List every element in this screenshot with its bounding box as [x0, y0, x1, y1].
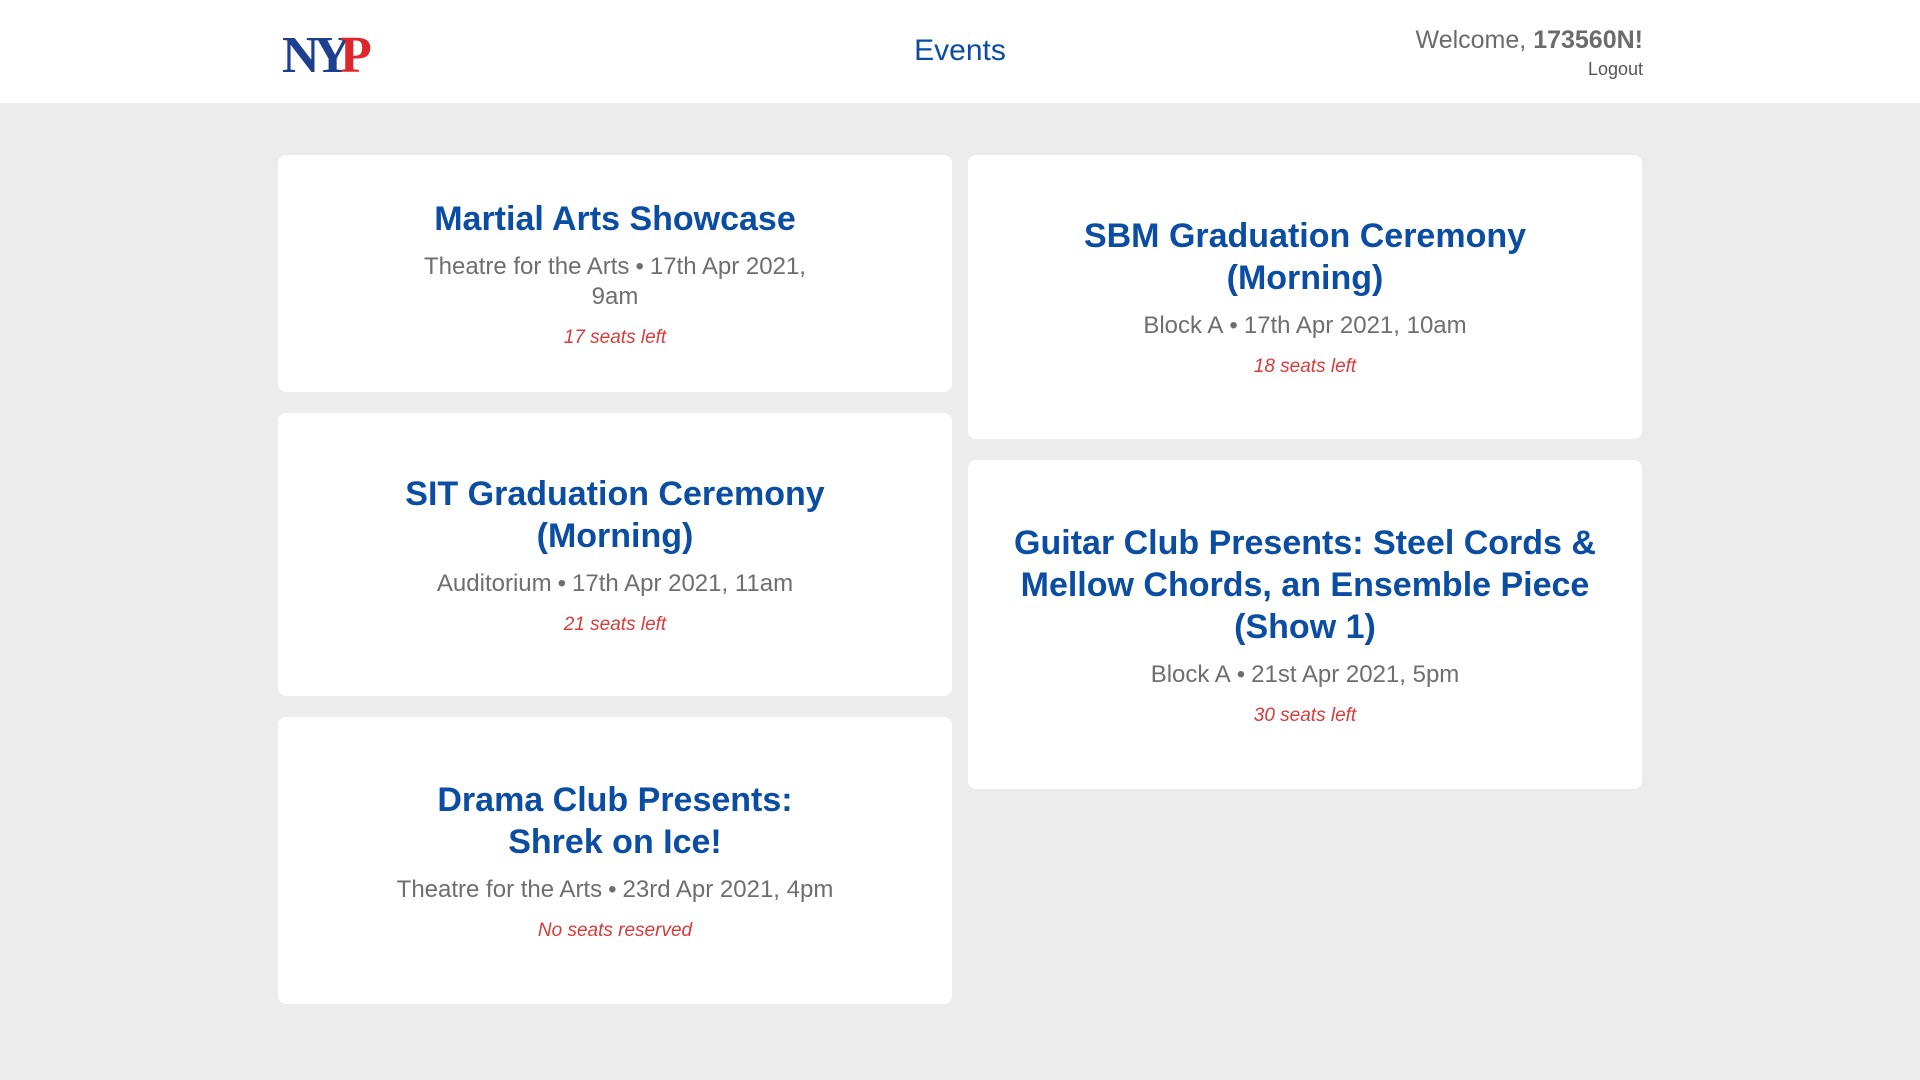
event-title: SIT Graduation Ceremony (Morning) [405, 474, 825, 555]
events-column-right: SBM Graduation Ceremony (Morning) Block … [968, 155, 1642, 810]
event-datetime: 17th Apr 2021, 11am [572, 569, 794, 597]
event-venue: Theatre for the Arts [396, 875, 603, 903]
event-meta: Block A • 21st Apr 2021, 5pm [1151, 660, 1460, 690]
event-title: Martial Arts Showcase [434, 199, 796, 238]
event-seats: No seats reserved [537, 919, 693, 941]
event-venue: Theatre for the Arts [424, 252, 630, 280]
user-box: Welcome, 173560N! Logout [1416, 24, 1643, 82]
events-column-left: Martial Arts Showcase Theatre for the Ar… [278, 155, 952, 1025]
event-card[interactable]: Guitar Club Presents: Steel Cords & Mell… [968, 460, 1642, 789]
event-datetime: 23rd Apr 2021, 4pm [622, 875, 834, 903]
event-meta: Auditorium • 17th Apr 2021, 11am [437, 569, 793, 599]
logout-link[interactable]: Logout [1416, 56, 1643, 82]
event-meta: Block A • 17th Apr 2021, 10am [1143, 311, 1466, 341]
welcome-prefix: Welcome, [1415, 26, 1534, 54]
event-card[interactable]: SBM Graduation Ceremony (Morning) Block … [968, 155, 1642, 439]
event-venue: Block A [1150, 660, 1231, 688]
event-seats: 30 seats left [1253, 704, 1357, 726]
event-seats: 18 seats left [1253, 356, 1357, 377]
event-meta: Theatre for the Arts • 17th Apr 2021, 9am [400, 252, 830, 312]
separator: • [557, 569, 567, 597]
separator: • [635, 252, 644, 280]
event-seats: 17 seats left [563, 326, 667, 348]
event-title: SBM Graduation Ceremony (Morning) [1083, 217, 1527, 297]
event-title: Drama Club Presents: Shrek on Ice! [437, 780, 793, 861]
welcome-text: Welcome, 173560N! [1416, 24, 1643, 56]
event-title: Guitar Club Presents: Steel Cords & Mell… [1014, 523, 1596, 646]
separator: • [608, 875, 617, 903]
event-venue: Block A [1143, 312, 1224, 339]
event-venue: Auditorium [436, 569, 552, 597]
event-card[interactable]: Drama Club Presents: Shrek on Ice! Theat… [278, 717, 952, 1004]
separator: • [1229, 312, 1238, 339]
event-seats: 21 seats left [563, 613, 667, 635]
event-meta: Theatre for the Arts • 23rd Apr 2021, 4pm [397, 875, 834, 905]
top-bar: NY P Events Welcome, 173560N! Logout [0, 0, 1920, 103]
event-card[interactable]: SIT Graduation Ceremony (Morning) Audito… [278, 413, 952, 696]
event-datetime: 17th Apr 2021, 10am [1243, 312, 1467, 339]
event-card[interactable]: Martial Arts Showcase Theatre for the Ar… [278, 155, 952, 392]
username: 173560N! [1533, 26, 1643, 54]
event-datetime: 21st Apr 2021, 5pm [1251, 660, 1460, 688]
separator: • [1236, 660, 1246, 688]
